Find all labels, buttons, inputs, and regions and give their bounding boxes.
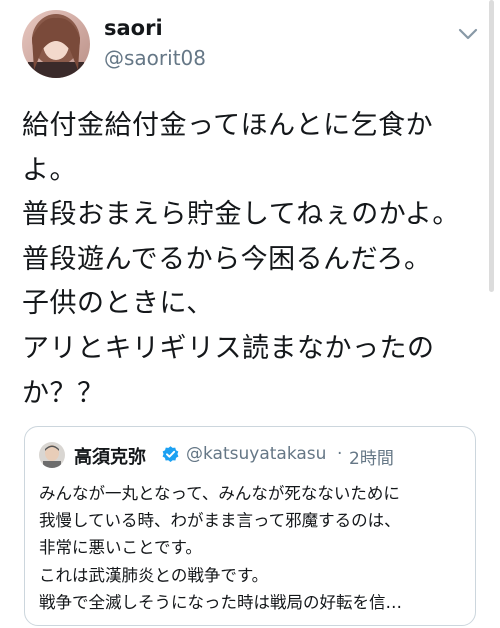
quoted-tweet-text: みんなが一丸となって、みんなが死なないために 我慢している時、わがまま言って邪魔… [39,480,469,616]
separator-dot: · [337,444,343,464]
tweet-text-line: アリとキリギリス読まなかったの [22,332,435,364]
tweet-text-line: 子供のときに、 [22,288,214,320]
quoted-text-line: これは武漢肺炎との戦争です。 [39,565,269,585]
quoted-text-line: みんなが一丸となって、みんなが死なないために [39,484,400,503]
tweet-text-line: 普段遊んでるから今困るんだろ。 [22,243,432,275]
verified-badge-icon [161,445,180,464]
quoted-avatar[interactable] [39,442,65,468]
chevron-down-icon[interactable] [458,26,478,40]
quoted-user-handle[interactable]: @katsuyatakasu [186,444,326,464]
quoted-tweet-card[interactable]: 高須克弥 @katsuyatakasu · 2時間 みんなが一丸となって、みんな… [24,426,476,626]
tweet-page: saori @saorit08 給付金給付金ってほんとに乞食か よ。 普段おまえ… [0,0,500,628]
tweet-text-line: 給付金給付金ってほんとに乞食か [22,110,434,141]
tweet-text-line: よ。 [22,154,77,186]
tweet-text: 給付金給付金ってほんとに乞食か よ。 普段おまえら貯金してねぇのかよ。 普段遊ん… [22,104,492,416]
display-name[interactable]: saori [104,16,163,40]
user-handle[interactable]: @saorit08 [104,46,206,70]
avatar[interactable] [22,10,90,78]
quoted-timestamp[interactable]: 2時間 [349,444,394,469]
quoted-text-line: 非常に悪いことです。 [39,538,202,558]
tweet-text-line: か？？ [22,377,105,409]
quoted-text-line: 我慢している時、わがまま言って邪魔するのは、 [39,511,401,531]
tweet-text-line: 普段おまえら貯金してねぇのかよ。 [22,199,460,231]
quoted-text-line: 戦争で全滅しそうになった時は戦局の好転を信… [39,592,402,612]
quoted-display-name[interactable]: 高須克弥 [74,443,146,469]
